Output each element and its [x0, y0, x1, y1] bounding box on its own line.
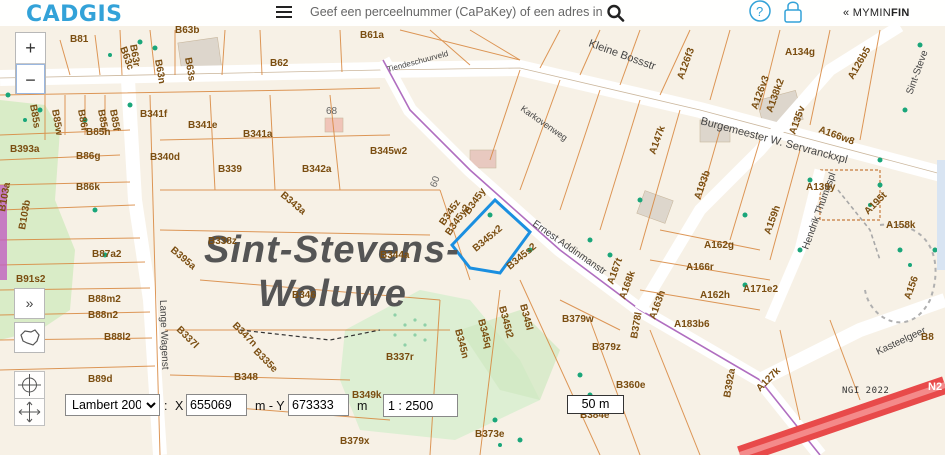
x-coordinate-field[interactable]: [186, 394, 247, 416]
parcel-label: A183b6: [674, 319, 710, 330]
scale-bar: 50 m: [567, 395, 624, 414]
parcel-label: B86k: [76, 182, 100, 193]
parcel-label: B379w: [562, 314, 594, 325]
coord-colon: :: [164, 399, 168, 413]
parcel-label: B61a: [360, 30, 384, 41]
parcel-label: B342a: [302, 164, 332, 175]
belgium-outline-icon: [19, 329, 40, 346]
fullscreen-button[interactable]: [14, 398, 45, 426]
geolocate-button[interactable]: [14, 371, 45, 399]
parcel-label: B344a: [380, 250, 410, 261]
zoom-controls: + −: [15, 32, 46, 94]
parcel-label: B88m2: [88, 294, 121, 305]
parcel-label: B346: [292, 290, 316, 301]
parcel-label: A139y: [806, 182, 836, 193]
attribution-text: NGI 2022: [842, 386, 890, 396]
parcel-label: A162h: [700, 290, 730, 301]
help-icon[interactable]: ?: [747, 0, 773, 24]
parcel-label: B89d: [88, 374, 112, 385]
scroll-indicator[interactable]: [937, 160, 945, 270]
lock-icon[interactable]: [780, 0, 806, 24]
crs-select[interactable]: Lambert 2008: [65, 394, 160, 416]
expand-panel-button[interactable]: »: [14, 288, 45, 319]
mymin-prefix: « MYMIN: [843, 7, 891, 19]
menu-icon[interactable]: [276, 6, 292, 20]
parcel-label: A134g: [785, 47, 815, 58]
parcel-label: B348: [234, 372, 258, 383]
parcel-label: A171e2: [743, 284, 778, 295]
parcel-label: B393a: [10, 144, 40, 155]
search-icon[interactable]: [606, 4, 626, 22]
x-label: X: [175, 399, 184, 413]
move-arrows-icon: [18, 401, 41, 423]
parcel-label: B339: [218, 164, 242, 175]
cadastral-map[interactable]: Sint-Stevens- Woluwe 68 60 Kleine Bossst…: [0, 0, 945, 455]
y-coordinate-field[interactable]: [288, 394, 349, 416]
parcel-label: B91s2: [16, 274, 46, 285]
mymin-link[interactable]: « MYMINFIN: [843, 7, 910, 19]
svg-text:?: ?: [756, 4, 763, 19]
unit-label: m: [357, 399, 368, 413]
cadgis-logo[interactable]: CADGIS: [26, 2, 123, 27]
parcel-label: B340d: [150, 152, 180, 163]
parcel-label: B88n2: [88, 310, 118, 321]
parcel-label: B341e: [188, 120, 218, 131]
search-input[interactable]: [302, 1, 618, 23]
parcel-label: B62: [270, 58, 289, 69]
elevation-68: 68: [326, 106, 338, 117]
scale-field[interactable]: [383, 394, 458, 417]
parcel-label: B341a: [243, 129, 273, 140]
zoom-out-button[interactable]: −: [16, 64, 45, 94]
parcel-label: B81: [70, 34, 89, 45]
parcel-label: B86g: [76, 151, 100, 162]
double-chevron-right-icon: »: [25, 295, 34, 311]
crosshair-icon: [18, 374, 41, 396]
parcel-label: A166r: [686, 262, 714, 273]
zoom-in-button[interactable]: +: [16, 33, 45, 64]
parcel-label: B337r: [386, 352, 414, 363]
belgium-map-button[interactable]: [14, 322, 45, 353]
coord-separator: m - Y: [255, 399, 285, 413]
town-name-line2: Woluwe: [258, 273, 407, 315]
parcel-label: A162g: [704, 240, 734, 251]
parcel-label: B87a2: [92, 249, 122, 260]
parcel-label: B8: [921, 332, 934, 343]
top-header: CADGIS ? « MYMINFIN: [0, 0, 945, 27]
town-name-line1: Sint-Stevens-: [204, 229, 460, 271]
parcel-label: B373e: [475, 429, 505, 440]
parcel-label: B63b: [175, 25, 199, 36]
parcel-label: B341f: [140, 109, 168, 120]
road-number: N2: [928, 381, 942, 393]
parcel-label: B379x: [340, 436, 370, 447]
parcel-label: B360e: [616, 380, 646, 391]
parcel-label: A158k: [886, 220, 916, 231]
parcel-label: B379z: [592, 342, 621, 353]
mymin-suffix: FIN: [890, 7, 910, 19]
parcel-label: B345w2: [370, 146, 408, 157]
parcel-label: B88l2: [104, 332, 131, 343]
parcel-label: B338z: [208, 236, 237, 247]
